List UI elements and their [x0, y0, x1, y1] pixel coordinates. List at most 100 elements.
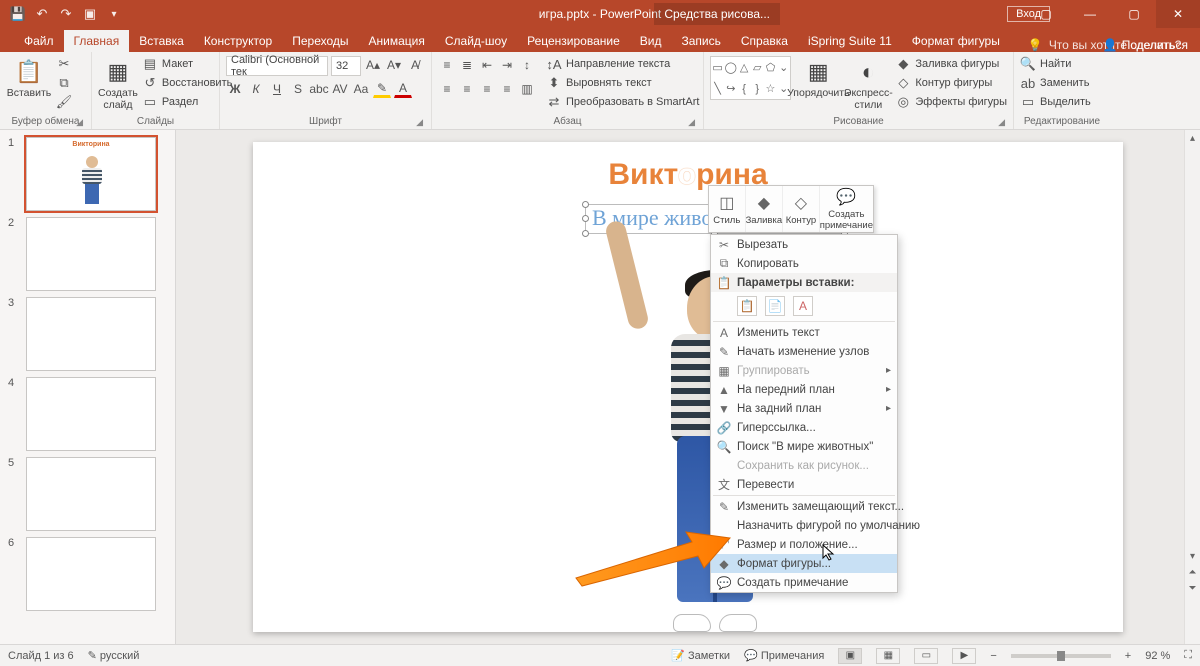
- tab-animations[interactable]: Анимация: [359, 30, 435, 52]
- tab-home[interactable]: Главная: [64, 30, 130, 52]
- italic-icon[interactable]: К: [247, 80, 265, 98]
- new-slide-button[interactable]: ▦Создать слайд: [98, 56, 138, 113]
- mini-outline-button[interactable]: ◇Контур: [783, 186, 820, 232]
- select-button[interactable]: ▭Выделить: [1020, 94, 1091, 110]
- copy-icon[interactable]: ⧉: [56, 75, 72, 91]
- ctx-smart-lookup[interactable]: 🔍Поиск "В мире животных": [711, 437, 897, 456]
- layout-button[interactable]: ▤Макет: [142, 56, 232, 72]
- indent-inc-icon[interactable]: ⇥: [498, 56, 516, 74]
- tab-format[interactable]: Формат фигуры: [902, 30, 1010, 52]
- tab-help[interactable]: Справка: [731, 30, 798, 52]
- minimize-icon[interactable]: —: [1068, 0, 1112, 28]
- numbering-icon[interactable]: ≣: [458, 56, 476, 74]
- align-left-icon[interactable]: ≡: [438, 80, 456, 98]
- zoom-slider[interactable]: [1011, 654, 1111, 658]
- underline-icon[interactable]: Ч: [268, 80, 286, 98]
- text-direction-button[interactable]: ↕AНаправление текста: [546, 56, 699, 72]
- highlight-icon[interactable]: ✎: [373, 80, 391, 98]
- mini-fill-button[interactable]: ◆Заливка: [746, 186, 784, 232]
- tab-review[interactable]: Рецензирование: [517, 30, 630, 52]
- find-button[interactable]: 🔍Найти: [1020, 56, 1091, 72]
- language-indicator[interactable]: ✎ русский: [88, 649, 140, 662]
- ctx-default-shape[interactable]: Назначить фигурой по умолчанию: [711, 516, 897, 535]
- launcher-icon[interactable]: ◢: [416, 117, 423, 128]
- quick-styles-button[interactable]: ◐Экспресс-стили: [845, 56, 891, 113]
- spacing-icon[interactable]: AV: [331, 80, 349, 98]
- thumb-5[interactable]: 5: [0, 454, 175, 534]
- tab-slideshow[interactable]: Слайд-шоу: [435, 30, 517, 52]
- tab-ispring[interactable]: iSpring Suite 11: [798, 30, 902, 52]
- shape-fill-button[interactable]: ◆Заливка фигуры: [895, 56, 1007, 72]
- qat-more-icon[interactable]: ▾: [106, 6, 122, 22]
- next-slide-icon[interactable]: ⏷: [1185, 580, 1200, 596]
- font-name-select[interactable]: Calibri (Основной тек: [226, 56, 328, 76]
- normal-view-icon[interactable]: ▣: [838, 648, 862, 664]
- scroll-down-icon[interactable]: ▾: [1185, 548, 1200, 564]
- thumb-2[interactable]: 2: [0, 214, 175, 294]
- share-button[interactable]: 👤Поделиться: [1103, 38, 1188, 52]
- launcher-icon[interactable]: ◢: [688, 117, 695, 128]
- scroll-up-icon[interactable]: ▴: [1185, 130, 1200, 146]
- columns-icon[interactable]: ▥: [518, 80, 536, 98]
- ctx-send-back[interactable]: ▼На задний план: [711, 399, 897, 418]
- mini-style-button[interactable]: ◫Стиль: [709, 186, 746, 232]
- align-right-icon[interactable]: ≡: [478, 80, 496, 98]
- paste-keep-source-icon[interactable]: 📄: [765, 296, 785, 316]
- tab-recording[interactable]: Запись: [671, 30, 730, 52]
- font-size-select[interactable]: 32: [331, 56, 361, 76]
- ctx-translate[interactable]: 文Перевести: [711, 475, 897, 494]
- ctx-bring-front[interactable]: ▲На передний план: [711, 380, 897, 399]
- indent-dec-icon[interactable]: ⇤: [478, 56, 496, 74]
- thumb-6[interactable]: 6: [0, 534, 175, 614]
- thumb-4[interactable]: 4: [0, 374, 175, 454]
- grow-font-icon[interactable]: A▴: [364, 56, 382, 74]
- notes-button[interactable]: 📝 Заметки: [671, 649, 730, 662]
- strike-icon[interactable]: S: [289, 80, 307, 98]
- tab-insert[interactable]: Вставка: [129, 30, 194, 52]
- ctx-size-position[interactable]: ⤢Размер и положение...: [711, 535, 897, 554]
- launcher-icon[interactable]: ◢: [76, 117, 83, 128]
- zoom-out-icon[interactable]: −: [990, 650, 996, 662]
- maximize-icon[interactable]: ▢: [1112, 0, 1156, 28]
- shape-effects-button[interactable]: ◎Эффекты фигуры: [895, 94, 1007, 110]
- ctx-hyperlink[interactable]: 🔗Гиперссылка...: [711, 418, 897, 437]
- zoom-value[interactable]: 92 %: [1145, 650, 1170, 662]
- paste-button[interactable]: 📋Вставить: [6, 56, 52, 102]
- replace-button[interactable]: abЗаменить: [1020, 75, 1091, 91]
- ctx-edit-text[interactable]: AИзменить текст: [711, 323, 897, 342]
- launcher-icon[interactable]: ◢: [998, 117, 1005, 128]
- shrink-font-icon[interactable]: A▾: [385, 56, 403, 74]
- shapes-gallery[interactable]: ▭◯△▱⬠⌄ ╲↪{}☆⌄: [710, 56, 791, 100]
- reset-button[interactable]: ↺Восстановить: [142, 75, 232, 91]
- fit-to-window-icon[interactable]: ⛶: [1184, 649, 1192, 662]
- ribbon-options-icon[interactable]: ▢: [1024, 0, 1068, 28]
- ctx-new-comment[interactable]: 💬Создать примечание: [711, 573, 897, 592]
- start-slideshow-icon[interactable]: ▣: [82, 6, 98, 22]
- close-icon[interactable]: ✕: [1156, 0, 1200, 28]
- ctx-format-shape[interactable]: ◆Формат фигуры...: [711, 554, 897, 573]
- paste-dest-theme-icon[interactable]: 📋: [737, 296, 757, 316]
- comments-button[interactable]: 💬 Примечания: [744, 649, 824, 662]
- section-button[interactable]: ▭Раздел: [142, 94, 232, 110]
- undo-icon[interactable]: ↶: [34, 6, 50, 22]
- tab-view[interactable]: Вид: [630, 30, 672, 52]
- zoom-in-icon[interactable]: +: [1125, 650, 1131, 662]
- slide-canvas[interactable]: Викторина В мире живо: [253, 142, 1123, 632]
- clear-format-icon[interactable]: A̸: [406, 56, 424, 74]
- bullets-icon[interactable]: ≡: [438, 56, 456, 74]
- ctx-edit-points[interactable]: ✎Начать изменение узлов: [711, 342, 897, 361]
- thumb-1[interactable]: 1Викторина: [0, 134, 175, 214]
- ctx-copy[interactable]: ⧉Копировать: [711, 254, 897, 273]
- vertical-scrollbar[interactable]: ▴ ▾ ⏶ ⏷: [1184, 130, 1200, 644]
- shape-outline-button[interactable]: ◇Контур фигуры: [895, 75, 1007, 91]
- ctx-cut[interactable]: ✂Вырезать: [711, 235, 897, 254]
- bold-icon[interactable]: Ж: [226, 80, 244, 98]
- thumb-3[interactable]: 3: [0, 294, 175, 374]
- format-painter-icon[interactable]: 🖌: [56, 94, 72, 110]
- shadow-icon[interactable]: abc: [310, 80, 328, 98]
- align-center-icon[interactable]: ≡: [458, 80, 476, 98]
- paste-text-icon[interactable]: A: [793, 296, 813, 316]
- arrange-button[interactable]: ▦Упорядочить: [795, 56, 841, 102]
- prev-slide-icon[interactable]: ⏶: [1185, 564, 1200, 580]
- justify-icon[interactable]: ≡: [498, 80, 516, 98]
